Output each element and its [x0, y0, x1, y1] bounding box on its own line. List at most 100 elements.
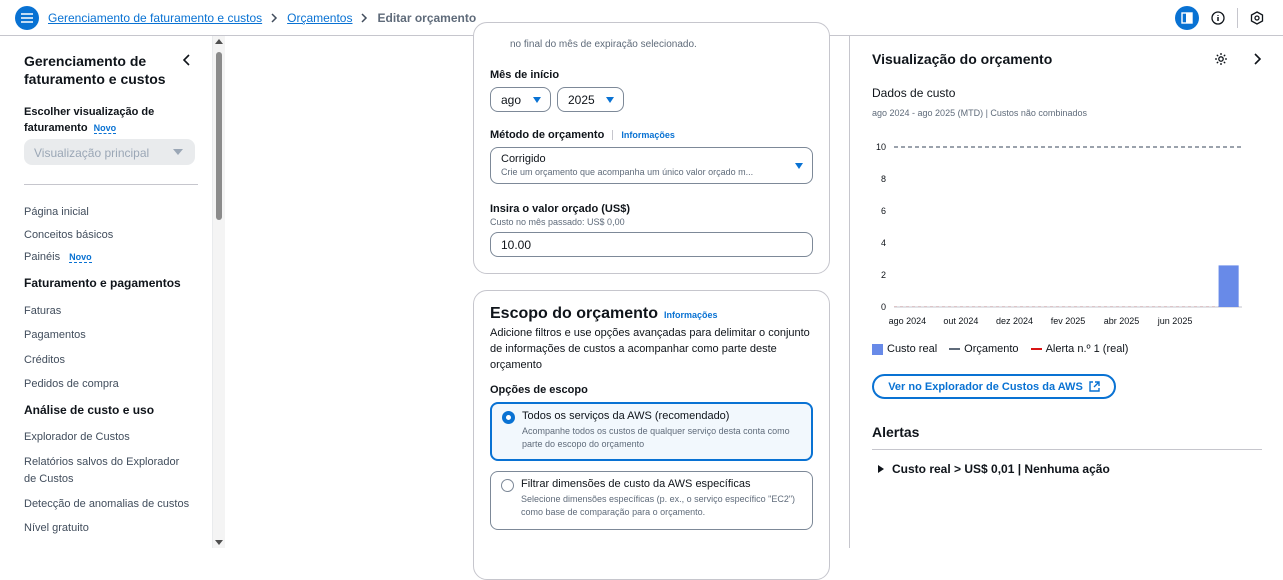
radio-unselected-icon: [501, 479, 514, 492]
legend-budget[interactable]: Orçamento: [949, 343, 1019, 355]
sidebar-item-dashboards[interactable]: Painéis Novo: [24, 249, 92, 266]
view-cost-explorer-label: Ver no Explorador de Custos da AWS: [888, 380, 1083, 393]
scroll-up-arrow-icon[interactable]: [215, 39, 223, 44]
caret-down-icon: [606, 97, 614, 103]
option-description: Selecione dimensões específicas (p. ex.,…: [521, 494, 796, 517]
sidebar-item-saved-reports[interactable]: Relatórios salvos do Explorador de Custo…: [24, 454, 194, 488]
sidebar-item-cost-explorer[interactable]: Explorador de Custos: [24, 429, 130, 446]
section-billing-heading: Faturamento e pagamentos: [24, 276, 181, 290]
sidebar-item-anomaly-detection[interactable]: Detecção de anomalias de custos: [24, 496, 189, 513]
y-tick-label: 8: [881, 174, 886, 184]
sidebar-item-getting-started[interactable]: Conceitos básicos: [24, 227, 113, 244]
breadcrumb-current: Editar orçamento: [377, 11, 477, 25]
legend-alert[interactable]: Alerta n.º 1 (real): [1030, 343, 1129, 355]
breadcrumb-link-billing[interactable]: Gerenciamento de faturamento e custos: [48, 11, 262, 25]
choose-view-text: Escolher visualização de faturamento: [24, 106, 155, 134]
legend-budget-label: Orçamento: [964, 343, 1019, 355]
scroll-down-arrow-icon[interactable]: [215, 540, 223, 545]
start-month-select[interactable]: ago: [490, 87, 551, 112]
external-link-icon: [1089, 381, 1100, 392]
budget-method-label-text: Método de orçamento: [490, 129, 605, 141]
dashed-line-swatch-icon: [1030, 348, 1042, 350]
option-title: Filtrar dimensões de custo da AWS especí…: [521, 478, 751, 490]
preview-title: Visualização do orçamento: [872, 51, 1053, 67]
alerts-divider: [872, 449, 1262, 450]
alert-row-label: Custo real > US$ 0,01 | Nenhuma ação: [892, 462, 1110, 476]
budget-scope-card: Escopo do orçamento Informações Adicione…: [473, 290, 830, 580]
caret-down-icon: [173, 149, 183, 155]
scope-option-all-services[interactable]: Todos os serviços da AWS (recomendado) A…: [490, 402, 813, 461]
toolbar-icons: [1168, 6, 1269, 30]
y-tick-label: 2: [881, 270, 886, 280]
budget-method-desc: Crie um orçamento que acompanha um único…: [501, 167, 754, 177]
sidebar-scrollbar[interactable]: [212, 36, 225, 548]
budget-preview-panel: Visualização do orçamento Dados de custo…: [849, 36, 1283, 548]
budget-method-value: Corrigido: [501, 153, 546, 165]
info-link[interactable]: Informações: [621, 130, 675, 140]
sidebar-title: Gerenciamento de faturamento e custos: [24, 53, 166, 87]
sidebar-item-credits[interactable]: Créditos: [24, 352, 65, 369]
legend-alert-label: Alerta n.º 1 (real): [1045, 343, 1129, 355]
cost-chart: 0 2 4 6 8 10 ago 2024 out 2024 dez 2024 fev 2025 a…: [876, 142, 1242, 326]
info-icon[interactable]: [1206, 6, 1230, 30]
caret-right-icon: [878, 465, 884, 473]
scope-option-filter-dimensions[interactable]: Filtrar dimensões de custo da AWS especí…: [490, 471, 813, 530]
x-tick-label: ago 2024: [889, 316, 927, 326]
start-year-select[interactable]: 2025: [557, 87, 624, 112]
breadcrumb-link-budgets[interactable]: Orçamentos: [287, 11, 352, 25]
gear-icon[interactable]: [1214, 52, 1230, 68]
cost-data-range: ago 2024 - ago 2025 (MTD) | Custos não c…: [872, 108, 1087, 118]
legend-actual-label: Custo real: [887, 343, 938, 355]
dashed-line-swatch-icon: [949, 348, 961, 350]
scope-title: Escopo do orçamento: [490, 305, 659, 322]
view-cost-explorer-button[interactable]: Ver no Explorador de Custos da AWS: [872, 374, 1116, 399]
scope-description: Adicione filtros e use opções avançadas …: [490, 327, 810, 371]
y-tick-label: 4: [881, 238, 886, 248]
option-description: Acompanhe todos os custos de qualquer se…: [522, 426, 790, 449]
sidebar-item-dashboards-label: Painéis: [24, 251, 61, 263]
start-year-value: 2025: [568, 93, 595, 107]
x-tick-label: out 2024: [943, 316, 978, 326]
x-tick-label: fev 2025: [1051, 316, 1086, 326]
sidebar-divider: [24, 184, 198, 185]
radio-selected-icon: [502, 411, 515, 424]
bar-ago-2025: [1218, 265, 1239, 307]
collapse-sidebar-icon[interactable]: [180, 52, 194, 68]
sidebar-item-purchase-orders[interactable]: Pedidos de compra: [24, 376, 119, 393]
label-divider: [612, 130, 614, 141]
chevron-right-icon: [271, 13, 278, 23]
y-tick-label: 10: [876, 142, 886, 152]
notifications-icon[interactable]: [1245, 6, 1269, 30]
scrollbar-thumb[interactable]: [216, 52, 222, 220]
alerts-heading: Alertas: [872, 424, 920, 440]
budget-amount-input[interactable]: 10.00: [490, 232, 813, 257]
chevron-right-icon[interactable]: [1249, 50, 1265, 68]
option-title: Todos os serviços da AWS (recomendado): [522, 410, 730, 422]
billing-view-select[interactable]: Visualização principal: [24, 139, 195, 165]
breadcrumb: Gerenciamento de faturamento e custos Or…: [48, 11, 476, 25]
caret-down-icon: [533, 97, 541, 103]
sidebar-item-payments[interactable]: Pagamentos: [24, 327, 86, 344]
chart-legend: Custo real Orçamento Alerta n.º 1 (real): [872, 343, 1140, 355]
scope-options-label: Opções de escopo: [490, 384, 588, 396]
x-tick-label: abr 2025: [1104, 316, 1140, 326]
budget-amount-label: Insira o valor orçado (US$): [490, 203, 630, 215]
sidebar: Gerenciamento de faturamento e custos Es…: [0, 36, 212, 548]
info-link[interactable]: Informações: [664, 310, 718, 320]
sidebar-item-home[interactable]: Página inicial: [24, 204, 89, 221]
choose-view-label: Escolher visualização de faturamento Nov…: [24, 104, 194, 136]
sidebar-item-free-tier[interactable]: Nível gratuito: [24, 520, 89, 537]
legend-actual-cost[interactable]: Custo real: [872, 343, 937, 355]
budget-method-label: Método de orçamento Informações: [490, 129, 675, 141]
split-panel-icon[interactable]: [1175, 6, 1199, 30]
caret-down-icon: [795, 163, 803, 169]
start-month-label: Mês de início: [490, 69, 560, 81]
sidebar-item-invoices[interactable]: Faturas: [24, 303, 61, 320]
budget-method-select[interactable]: Corrigido Crie um orçamento que acompanh…: [490, 147, 813, 184]
x-tick-label: jun 2025: [1157, 316, 1193, 326]
toolbar-divider: [1237, 8, 1238, 28]
alert-expandable-row[interactable]: Custo real > US$ 0,01 | Nenhuma ação: [878, 462, 1110, 476]
section-cost-heading: Análise de custo e uso: [24, 403, 155, 417]
menu-icon[interactable]: [15, 6, 39, 30]
scope-heading: Escopo do orçamento Informações: [490, 305, 718, 323]
